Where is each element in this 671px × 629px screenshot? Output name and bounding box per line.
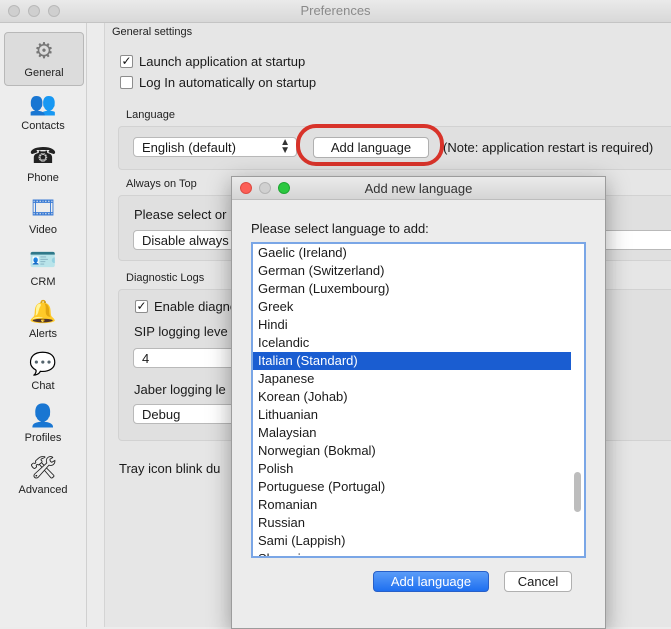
list-item[interactable]: Hindi bbox=[253, 316, 571, 334]
list-item[interactable]: Icelandic bbox=[253, 334, 571, 352]
sidebar-item-alerts[interactable]: 🔔 Alerts bbox=[4, 294, 82, 346]
dialog-prompt: Please select language to add: bbox=[251, 221, 429, 236]
tray-icon-blink-label: Tray icon blink du bbox=[119, 461, 221, 476]
sip-logging-level-value: 4 bbox=[142, 351, 150, 366]
sidebar-item-label: CRM bbox=[30, 276, 56, 288]
dialog-cancel-button[interactable]: Cancel bbox=[504, 571, 572, 592]
video-icon: 🎞 bbox=[29, 195, 57, 220]
list-item[interactable]: Japanese bbox=[253, 370, 571, 388]
sidebar-item-label: Chat bbox=[31, 380, 55, 392]
annotation-highlight-ring bbox=[296, 124, 444, 166]
jabber-logging-level-value: Debug bbox=[142, 407, 181, 422]
sidebar-item-label: Contacts bbox=[21, 120, 65, 132]
bell-icon: 🔔 bbox=[29, 299, 57, 324]
window-titlebar: Preferences bbox=[0, 0, 671, 23]
add-language-dialog: Add new language Please select language … bbox=[231, 176, 606, 629]
launch-at-startup-label: Launch application at startup bbox=[139, 54, 306, 69]
preferences-sidebar: ⚙ General 👥 Contacts ☎ Phone 🎞 Video 🪪 C… bbox=[0, 23, 87, 627]
crm-icon: 🪪 bbox=[29, 247, 57, 272]
sidebar-item-video[interactable]: 🎞 Video bbox=[4, 190, 82, 242]
list-item[interactable]: Sami (Lappish) bbox=[253, 532, 571, 550]
tools-icon: 🛠 bbox=[29, 455, 57, 480]
sidebar-item-label: Advanced bbox=[18, 484, 68, 496]
phone-icon: ☎ bbox=[29, 143, 57, 168]
launch-at-startup-checkbox[interactable]: ✓ bbox=[120, 55, 133, 68]
sip-logging-label: SIP logging leve bbox=[134, 324, 228, 339]
list-item[interactable]: Gaelic (Ireland) bbox=[253, 244, 571, 262]
login-automatically-row: Log In automatically on startup bbox=[120, 75, 316, 90]
list-item[interactable]: German (Switzerland) bbox=[253, 262, 571, 280]
sidebar-item-chat[interactable]: 💬 Chat bbox=[4, 346, 82, 398]
enable-diagnostics-row: ✓ Enable diagno bbox=[135, 299, 237, 314]
always-on-top-select-value: Disable always bbox=[142, 233, 229, 248]
chat-bubble-icon: 💬 bbox=[29, 351, 57, 376]
login-automatically-label: Log In automatically on startup bbox=[139, 75, 317, 90]
enable-diagnostics-label: Enable diagno bbox=[154, 299, 238, 314]
language-select-value: English (default) bbox=[142, 140, 236, 155]
list-item[interactable]: German (Luxembourg) bbox=[253, 280, 571, 298]
sidebar-item-advanced[interactable]: 🛠 Advanced bbox=[4, 450, 82, 502]
list-item[interactable]: Korean (Johab) bbox=[253, 388, 571, 406]
general-settings-heading: General settings bbox=[112, 26, 193, 38]
list-item[interactable]: Slovenian bbox=[253, 550, 571, 556]
list-item[interactable]: Norwegian (Bokmal) bbox=[253, 442, 571, 460]
listbox-scrollbar-thumb[interactable] bbox=[574, 472, 581, 512]
sidebar-item-phone[interactable]: ☎ Phone bbox=[4, 138, 82, 190]
list-item[interactable]: Lithuanian bbox=[253, 406, 571, 424]
select-arrows-icon: ▲ ▼ bbox=[280, 137, 290, 156]
diagnostic-logs-heading: Diagnostic Logs bbox=[126, 272, 205, 284]
sidebar-item-label: Profiles bbox=[24, 432, 62, 444]
sidebar-item-crm[interactable]: 🪪 CRM bbox=[4, 242, 82, 294]
language-heading: Language bbox=[126, 109, 175, 121]
language-select[interactable]: English (default) ▲ ▼ bbox=[133, 137, 297, 157]
list-item[interactable]: Malaysian bbox=[253, 424, 571, 442]
list-item[interactable]: Portuguese (Portugal) bbox=[253, 478, 571, 496]
list-item[interactable]: Greek bbox=[253, 298, 571, 316]
sidebar-item-label: Alerts bbox=[28, 328, 58, 340]
login-automatically-checkbox[interactable] bbox=[120, 76, 133, 89]
sidebar-item-general[interactable]: ⚙ General bbox=[4, 32, 84, 86]
contacts-icon: 👥 bbox=[29, 91, 57, 116]
dialog-titlebar: Add new language bbox=[232, 177, 605, 200]
list-item[interactable]: Romanian bbox=[253, 496, 571, 514]
always-on-top-heading: Always on Top bbox=[126, 178, 197, 190]
sidebar-item-label: Video bbox=[29, 224, 57, 236]
window-title: Preferences bbox=[300, 3, 371, 18]
enable-diagnostics-checkbox[interactable]: ✓ bbox=[135, 300, 148, 313]
sidebar-item-contacts[interactable]: 👥 Contacts bbox=[4, 86, 82, 138]
restart-note: (Note: application restart is required) bbox=[443, 140, 654, 155]
always-on-top-prompt: Please select or bbox=[134, 207, 227, 222]
sidebar-item-label: Phone bbox=[27, 172, 59, 184]
sidebar-item-profiles[interactable]: 👤 Profiles bbox=[4, 398, 82, 450]
profiles-icon: 👤 bbox=[29, 403, 57, 428]
list-item[interactable]: Italian (Standard) bbox=[253, 352, 571, 370]
language-list: Gaelic (Ireland) German (Switzerland) Germ… bbox=[253, 244, 571, 556]
dialog-title: Add new language bbox=[364, 181, 473, 196]
gear-icon: ⚙ bbox=[34, 38, 54, 63]
list-item[interactable]: Russian bbox=[253, 514, 571, 532]
sidebar-item-label: General bbox=[24, 67, 64, 79]
list-item[interactable]: Polish bbox=[253, 460, 571, 478]
dialog-add-language-button[interactable]: Add language bbox=[373, 571, 489, 592]
language-listbox[interactable]: Gaelic (Ireland) German (Switzerland) Germ… bbox=[251, 242, 586, 558]
launch-at-startup-row: ✓ Launch application at startup bbox=[120, 54, 305, 69]
jabber-logging-label: Jaber logging le bbox=[134, 382, 226, 397]
